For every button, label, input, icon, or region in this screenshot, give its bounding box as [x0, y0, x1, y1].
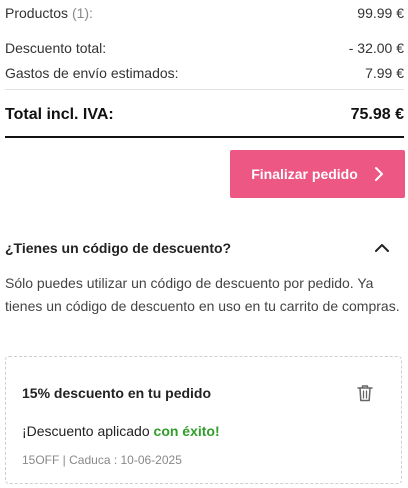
products-label: Productos — [5, 4, 69, 21]
coupon-description: Sólo puedes utilizar un código de descue… — [5, 275, 400, 314]
summary-divider — [5, 89, 404, 90]
products-value: 99.99 € — [357, 4, 404, 21]
order-summary: Productos (1): 99.99 € Descuento total: … — [5, 0, 404, 85]
coupon-header-text: ¿Tienes un código de descuento? — [5, 240, 232, 256]
products-row: Productos (1): 99.99 € — [5, 0, 404, 25]
total-label: Total incl. IVA: — [5, 106, 114, 123]
chevron-up-icon — [374, 243, 390, 253]
checkout-button[interactable]: Finalizar pedido — [230, 150, 405, 198]
coupon-status: ¡Descuento aplicado con éxito! — [22, 423, 220, 439]
discount-row: Descuento total: - 32.00 € — [5, 35, 404, 60]
coupon-status-prefix: ¡Descuento aplicado — [22, 423, 154, 439]
total-divider — [5, 136, 404, 138]
shipping-value: 7.99 € — [365, 64, 404, 81]
products-label-wrap: Productos (1): — [5, 5, 93, 21]
discount-value: - 32.00 € — [348, 39, 404, 56]
coupon-toggle[interactable]: ¿Tienes un código de descuento? — [5, 240, 404, 256]
coupon-title: 15% descuento en tu pedido — [22, 385, 212, 401]
shipping-label: Gastos de envío estimados: — [5, 64, 179, 81]
products-count: (1): — [71, 4, 93, 21]
coupon-meta: 15OFF | Caduca : 10-06-2025 — [22, 453, 182, 467]
total-row: Total incl. IVA: 75.98 € — [5, 106, 404, 124]
applied-coupon-card: 15% descuento en tu pedido ¡Descuento ap… — [5, 356, 402, 484]
discount-label: Descuento total: — [5, 39, 107, 56]
trash-icon[interactable] — [357, 384, 373, 407]
checkout-button-label: Finalizar pedido — [251, 166, 358, 182]
shipping-row: Gastos de envío estimados: 7.99 € — [5, 60, 404, 85]
total-value: 75.98 € — [350, 106, 404, 123]
coupon-status-success: con éxito! — [153, 423, 220, 439]
chevron-right-icon — [374, 166, 384, 182]
